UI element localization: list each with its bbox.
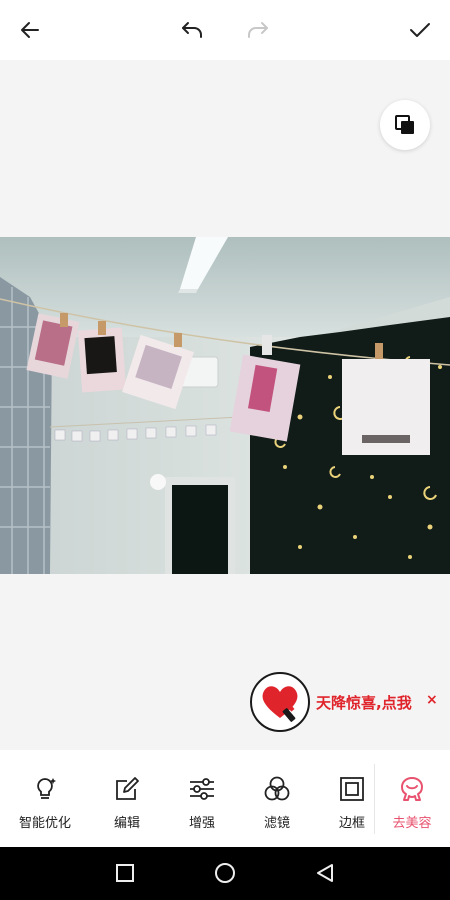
frame-icon (337, 774, 367, 804)
home-circle-icon (215, 863, 235, 883)
recent-apps-button[interactable] (113, 861, 137, 885)
tool-edit[interactable]: 编辑 (104, 750, 150, 847)
tool-beauty[interactable]: 去美容 (386, 750, 438, 847)
arrow-left-icon (21, 22, 39, 38)
tool-enhance[interactable]: 增强 (179, 750, 225, 847)
system-nav-bar (0, 847, 450, 900)
sliders-icon (187, 774, 217, 804)
compare-layers-icon (395, 115, 414, 134)
promo-banner[interactable]: 天降惊喜,点我 × (250, 672, 450, 734)
top-bar (0, 0, 450, 60)
edited-photo[interactable] (0, 237, 450, 574)
compare-button[interactable] (380, 100, 430, 150)
filter-circles-icon (262, 774, 292, 804)
done-button[interactable] (402, 12, 438, 48)
bulb-sparkle-icon (30, 774, 60, 804)
toolbar-divider (374, 764, 375, 834)
tool-frame[interactable]: 边框 (329, 750, 375, 847)
heart-lipstick-icon (262, 686, 298, 722)
tool-bar: 智能优化 编辑 增强 滤镜 边框 去美容 (0, 750, 450, 847)
photo-image (0, 237, 450, 574)
promo-text[interactable]: 天降惊喜,点我 (316, 692, 412, 713)
tool-label: 增强 (188, 816, 215, 831)
tool-label: 边框 (338, 816, 365, 831)
undo-button[interactable] (174, 12, 210, 48)
tool-label: 滤镜 (263, 816, 290, 831)
tool-label: 智能优化 (18, 816, 71, 831)
nav-back-triangle-icon (317, 864, 333, 882)
recent-apps-icon (116, 864, 134, 882)
tool-smart-optimize[interactable]: 智能优化 (14, 750, 76, 847)
edit-icon (112, 774, 142, 804)
home-button[interactable] (213, 861, 237, 885)
back-button[interactable] (12, 12, 48, 48)
tool-label: 编辑 (113, 816, 140, 831)
tool-label: 去美容 (392, 816, 432, 831)
promo-close-button[interactable]: × (426, 692, 438, 708)
undo-icon (182, 22, 202, 38)
system-back-button[interactable] (313, 861, 337, 885)
check-icon (410, 23, 430, 37)
redo-button[interactable] (240, 12, 276, 48)
redo-icon (248, 22, 268, 38)
tool-filter[interactable]: 滤镜 (254, 750, 300, 847)
beauty-face-icon (397, 774, 427, 804)
promo-badge[interactable] (250, 672, 310, 732)
